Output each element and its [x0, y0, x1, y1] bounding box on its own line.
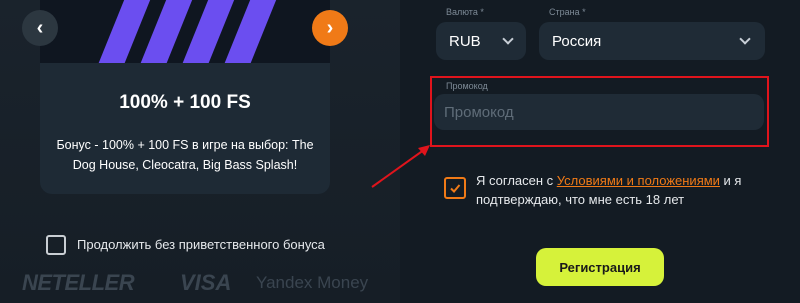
register-button[interactable]: Регистрация — [536, 248, 664, 286]
chevron-down-icon — [739, 33, 751, 45]
carousel-prev-button[interactable]: ‹ — [22, 10, 58, 46]
country-value: Россия — [552, 32, 602, 50]
bonus-banner-image — [40, 0, 330, 63]
checkmark-icon — [450, 184, 461, 193]
neteller-logo: NETELLER — [22, 270, 135, 295]
terms-link[interactable]: Условиями и положениями — [557, 173, 720, 188]
annotation-arrow-icon — [371, 145, 430, 188]
chevron-right-icon: › — [326, 16, 334, 39]
chevron-left-icon: ‹ — [36, 16, 44, 39]
payment-logos: NETELLER VISA Yandex Money — [0, 268, 400, 303]
visa-logo: VISA — [180, 270, 232, 295]
bonus-title: 100% + 100 FS — [119, 92, 251, 113]
carousel-next-button[interactable]: › — [312, 10, 348, 46]
promo-label: Промокод — [446, 81, 488, 91]
bonus-card: 100% + 100 FS Бонус - 100% + 100 FS в иг… — [40, 0, 330, 194]
chevron-down-icon — [502, 33, 514, 45]
no-bonus-checkbox[interactable] — [46, 235, 66, 255]
terms-checkbox[interactable] — [444, 177, 466, 199]
currency-select[interactable]: RUB — [436, 22, 526, 60]
bonus-description: Бонус - 100% + 100 FS в игре на выбор: T… — [56, 138, 314, 172]
country-select[interactable]: Россия — [539, 22, 765, 60]
currency-label: Валюта * — [446, 7, 484, 17]
yandex-money-logo: Yandex Money — [256, 273, 369, 292]
no-bonus-label: Продолжить без приветственного бонуса — [77, 237, 325, 252]
country-label: Страна * — [549, 7, 586, 17]
terms-text: Я согласен с Условиями и положениями и я… — [476, 171, 776, 209]
terms-prefix: Я согласен с — [476, 173, 557, 188]
currency-value: RUB — [449, 32, 481, 50]
promo-code-input[interactable] — [434, 94, 764, 130]
